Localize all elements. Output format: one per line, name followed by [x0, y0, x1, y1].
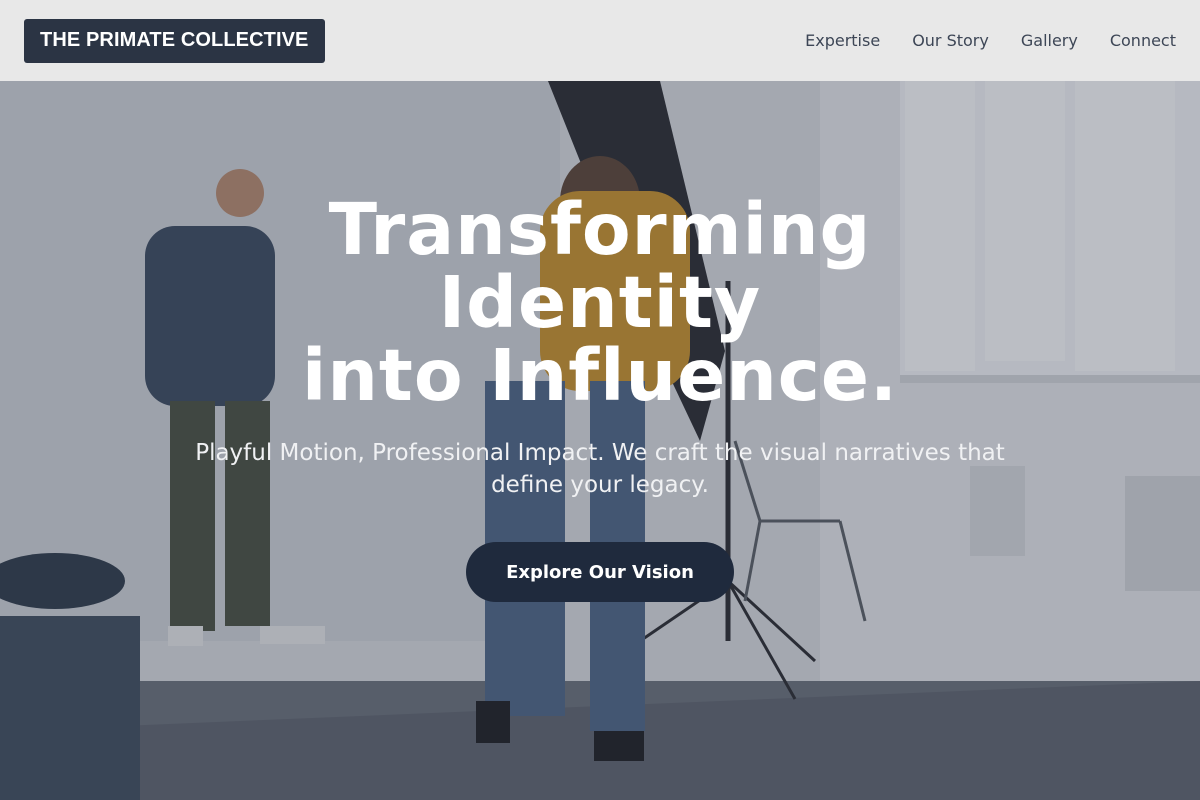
- hero-subtitle: Playful Motion, Professional Impact. We …: [195, 440, 1005, 498]
- headline-line-1: Transforming: [328, 188, 872, 271]
- nav-link-connect[interactable]: Connect: [1110, 31, 1176, 50]
- explore-vision-button[interactable]: Explore Our Vision: [466, 542, 734, 602]
- brand-logo[interactable]: THE PRIMATE COLLECTIVE: [24, 18, 325, 63]
- hero-headline: Transforming Identity into Influence.: [150, 193, 1050, 412]
- headline-line-3: into Influence.: [302, 334, 898, 417]
- nav-link-our-story[interactable]: Our Story: [912, 31, 989, 50]
- site-header: THE PRIMATE COLLECTIVE Expertise Our Sto…: [0, 0, 1200, 81]
- main-nav: Expertise Our Story Gallery Connect: [805, 31, 1176, 50]
- nav-link-expertise[interactable]: Expertise: [805, 31, 880, 50]
- nav-link-gallery[interactable]: Gallery: [1021, 31, 1078, 50]
- hero-section: Transforming Identity into Influence. Pl…: [0, 81, 1200, 800]
- headline-line-2: Identity: [438, 261, 762, 344]
